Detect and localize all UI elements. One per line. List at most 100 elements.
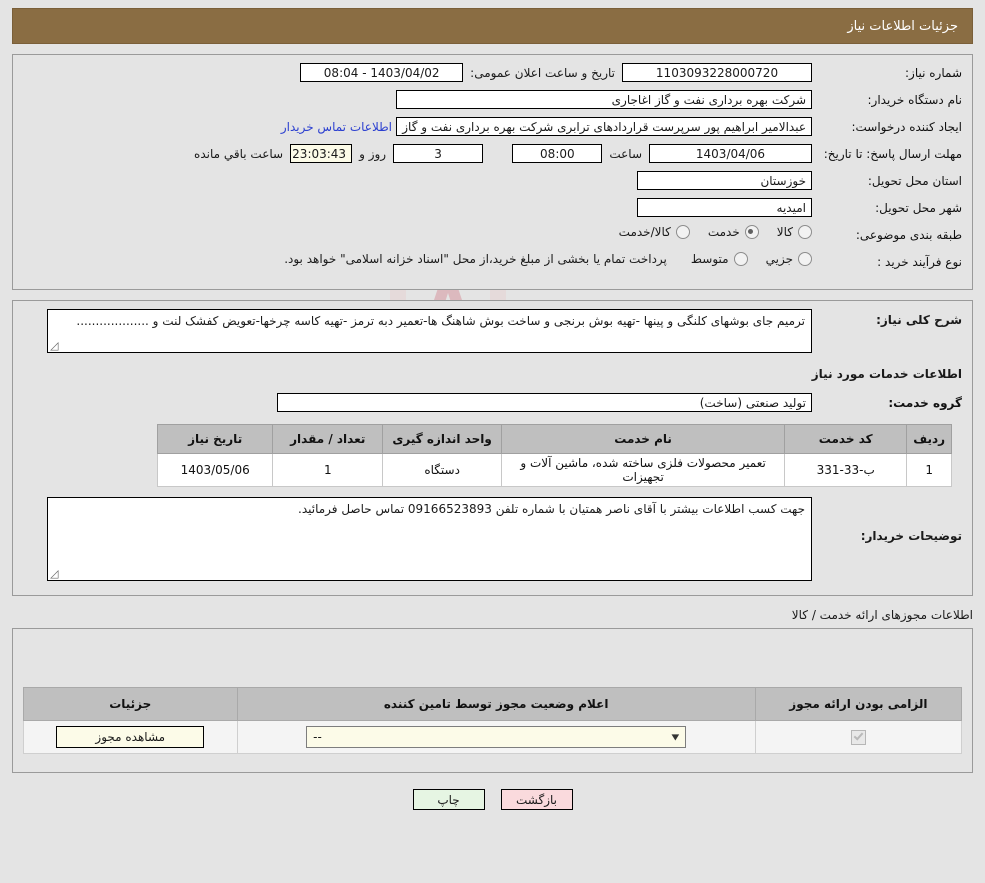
footer-buttons: بازگشت چاپ <box>0 789 985 810</box>
description-row: شرح کلی نیاز: ترمیم جای بوشهای کلنگی و پ… <box>23 309 962 353</box>
countdown-label: ساعت باقي مانده <box>194 146 284 161</box>
col-unit: واحد اندازه گیری <box>382 424 503 454</box>
creator-field[interactable]: عبدالامیر ابراهیم پور سرپرست قراردادهای … <box>396 117 812 136</box>
cell-unit: دستگاه <box>382 453 503 487</box>
description-label: شرح کلی نیاز: <box>876 313 962 327</box>
deadline-hour-label: ساعت <box>609 146 642 161</box>
col-permit-details: جزئیات <box>23 687 238 721</box>
resize-grip-icon[interactable]: ◺ <box>50 567 60 580</box>
service-group-field[interactable]: تولید صنعتی (ساخت) <box>277 393 812 412</box>
announce-date-field[interactable]: 1403/04/02 - 08:04 <box>300 63 464 82</box>
cell-need-date: 1403/05/06 <box>156 453 274 487</box>
buyer-comment-row: توضیحات خریدار: جهت کسب اطلاعات بیشتر با… <box>23 497 962 581</box>
col-row-no: ردیف <box>906 424 952 454</box>
services-panel: شرح کلی نیاز: ترمیم جای بوشهای کلنگی و پ… <box>12 300 973 596</box>
days-label: روز و <box>359 146 387 161</box>
cell-row-no: 1 <box>906 453 952 487</box>
buyer-comment-textarea[interactable]: جهت کسب اطلاعات بیشتر با آقای ناصر همتیا… <box>47 497 812 581</box>
city-label: شهر محل تحویل: <box>875 201 962 215</box>
buyer-comment-label: توضیحات خریدار: <box>860 529 962 543</box>
services-table-wrap: ردیف کد خدمت نام خدمت واحد اندازه گیری ت… <box>23 424 962 487</box>
col-permit-required: الزامی بودن ارائه مجوز <box>754 687 963 721</box>
service-group-label: گروه خدمت: <box>888 396 962 410</box>
print-button[interactable]: چاپ <box>412 789 485 810</box>
description-textarea[interactable]: ترمیم جای بوشهای کلنگی و پینها -تهیه بوش… <box>47 309 812 353</box>
city-field[interactable]: امیدیه <box>637 198 812 217</box>
buyer-contact-link[interactable]: اطلاعات تماس خریدار <box>277 120 396 134</box>
province-row: استان محل تحویل: خوزستان <box>23 171 962 192</box>
process-option-jozei[interactable]: جزیي <box>766 252 812 266</box>
deadline-row: مهلت ارسال پاسخ: تا تاریخ: 1403/04/06 سا… <box>23 144 962 165</box>
services-section-title: اطلاعات خدمات مورد نیاز <box>811 367 962 381</box>
category-option-kala[interactable]: کالا <box>777 225 812 239</box>
category-row: طبقه بندی موضوعی: کالا خدمت کالا/خدمت <box>23 225 962 246</box>
page-title: جزئیات اطلاعات نیاز <box>847 18 958 34</box>
cell-code: ب-33-331 <box>784 453 908 487</box>
services-table: ردیف کد خدمت نام خدمت واحد اندازه گیری ت… <box>156 424 952 487</box>
col-permit-status: اعلام وضعیت مجوز توسط تامین کننده <box>236 687 756 721</box>
category-label: طبقه بندی موضوعی: <box>855 228 962 242</box>
permit-status-value: -- <box>313 730 322 744</box>
deadline-label: مهلت ارسال پاسخ: تا تاریخ: <box>823 147 962 161</box>
services-table-header-row: ردیف کد خدمت نام خدمت واحد اندازه گیری ت… <box>156 424 952 454</box>
page-header: جزئیات اطلاعات نیاز <box>12 8 973 44</box>
cell-permit-details: مشاهده مجوز <box>23 720 238 754</box>
province-label: استان محل تحویل: <box>867 174 962 188</box>
buyer-org-field[interactable]: شرکت بهره برداری نفت و گاز اغاجاری <box>396 90 812 109</box>
table-row: ▼ -- مشاهده مجوز <box>23 720 963 754</box>
process-option-label: متوسط <box>690 252 729 266</box>
permits-table: الزامی بودن ارائه مجوز اعلام وضعیت مجوز … <box>23 687 963 754</box>
process-label: نوع فرآیند خرید : <box>877 255 962 269</box>
creator-label: ایجاد کننده درخواست: <box>851 120 962 134</box>
process-option-motevaset[interactable]: متوسط <box>691 252 748 266</box>
category-option-label: خدمت <box>707 225 740 239</box>
category-option-kala-khedmat[interactable]: کالا/خدمت <box>619 225 690 239</box>
col-need-date: تاریخ نیاز <box>156 424 274 454</box>
process-option-label: جزیي <box>765 252 793 266</box>
category-radio-group: کالا خدمت کالا/خدمت <box>619 225 812 239</box>
service-group-row: گروه خدمت: تولید صنعتی (ساخت) <box>23 393 962 414</box>
back-button[interactable]: بازگشت <box>500 789 573 810</box>
cell-name: تعمیر محصولات فلزی ساخته شده، ماشین آلات… <box>501 453 786 487</box>
radio-icon[interactable] <box>798 252 812 266</box>
radio-icon[interactable] <box>744 225 759 239</box>
announce-date-label: تاریخ و ساعت اعلان عمومی: <box>470 65 615 80</box>
creator-row: ایجاد کننده درخواست: عبدالامیر ابراهیم پ… <box>23 117 962 138</box>
spacer-gap <box>483 147 512 161</box>
need-number-field[interactable]: 1103093228000720 <box>622 63 812 82</box>
buyer-org-label: نام دستگاه خریدار: <box>867 93 963 107</box>
category-option-label: کالا <box>776 225 793 239</box>
buyer-org-row: نام دستگاه خریدار: شرکت بهره برداری نفت … <box>23 90 962 111</box>
need-number-row: شماره نیاز: 1103093228000720 تاریخ و ساع… <box>23 63 962 84</box>
deadline-hour-field[interactable]: 08:00 <box>512 144 603 163</box>
process-row: نوع فرآیند خرید : جزیي متوسط پرداخت تمام… <box>23 252 962 273</box>
view-permit-button[interactable]: مشاهده مجوز <box>56 726 205 748</box>
radio-icon[interactable] <box>733 252 748 266</box>
category-option-label: کالا/خدمت <box>618 225 671 239</box>
cell-qty: 1 <box>272 453 384 487</box>
radio-icon[interactable] <box>798 225 812 239</box>
permit-required-checkbox <box>850 729 866 745</box>
description-text: ترمیم جای بوشهای کلنگی و پینها -تهیه بوش… <box>76 314 805 328</box>
remaining-days-field: 3 <box>393 144 484 163</box>
col-qty: تعداد / مقدار <box>272 424 384 454</box>
resize-grip-icon[interactable]: ◺ <box>50 339 60 352</box>
permit-status-select[interactable]: ▼ -- <box>306 726 687 748</box>
cell-permit-required <box>754 720 963 754</box>
process-radio-group: جزیي متوسط <box>691 252 812 266</box>
permits-panel: الزامی بودن ارائه مجوز اعلام وضعیت مجوز … <box>12 628 973 773</box>
permits-table-header-row: الزامی بودن ارائه مجوز اعلام وضعیت مجوز … <box>23 687 963 721</box>
col-code: کد خدمت <box>784 424 908 454</box>
radio-icon[interactable] <box>675 225 690 239</box>
cell-permit-status: ▼ -- <box>236 720 756 754</box>
permits-section-label: اطلاعات مجوزهای ارائه خدمت / کالا <box>791 608 973 622</box>
category-option-khedmat[interactable]: خدمت <box>708 225 759 239</box>
chevron-down-icon: ▼ <box>671 732 680 742</box>
city-row: شهر محل تحویل: امیدیه <box>23 198 962 219</box>
province-field[interactable]: خوزستان <box>637 171 812 190</box>
deadline-date-field[interactable]: 1403/04/06 <box>649 144 812 163</box>
process-note: پرداخت تمام یا بخشی از مبلغ خرید،از محل … <box>284 252 667 266</box>
countdown-field: 23:03:43 <box>290 144 353 163</box>
buyer-comment-text: جهت کسب اطلاعات بیشتر با آقای ناصر همتیا… <box>298 502 805 516</box>
need-info-panel: شماره نیاز: 1103093228000720 تاریخ و ساع… <box>12 54 973 290</box>
